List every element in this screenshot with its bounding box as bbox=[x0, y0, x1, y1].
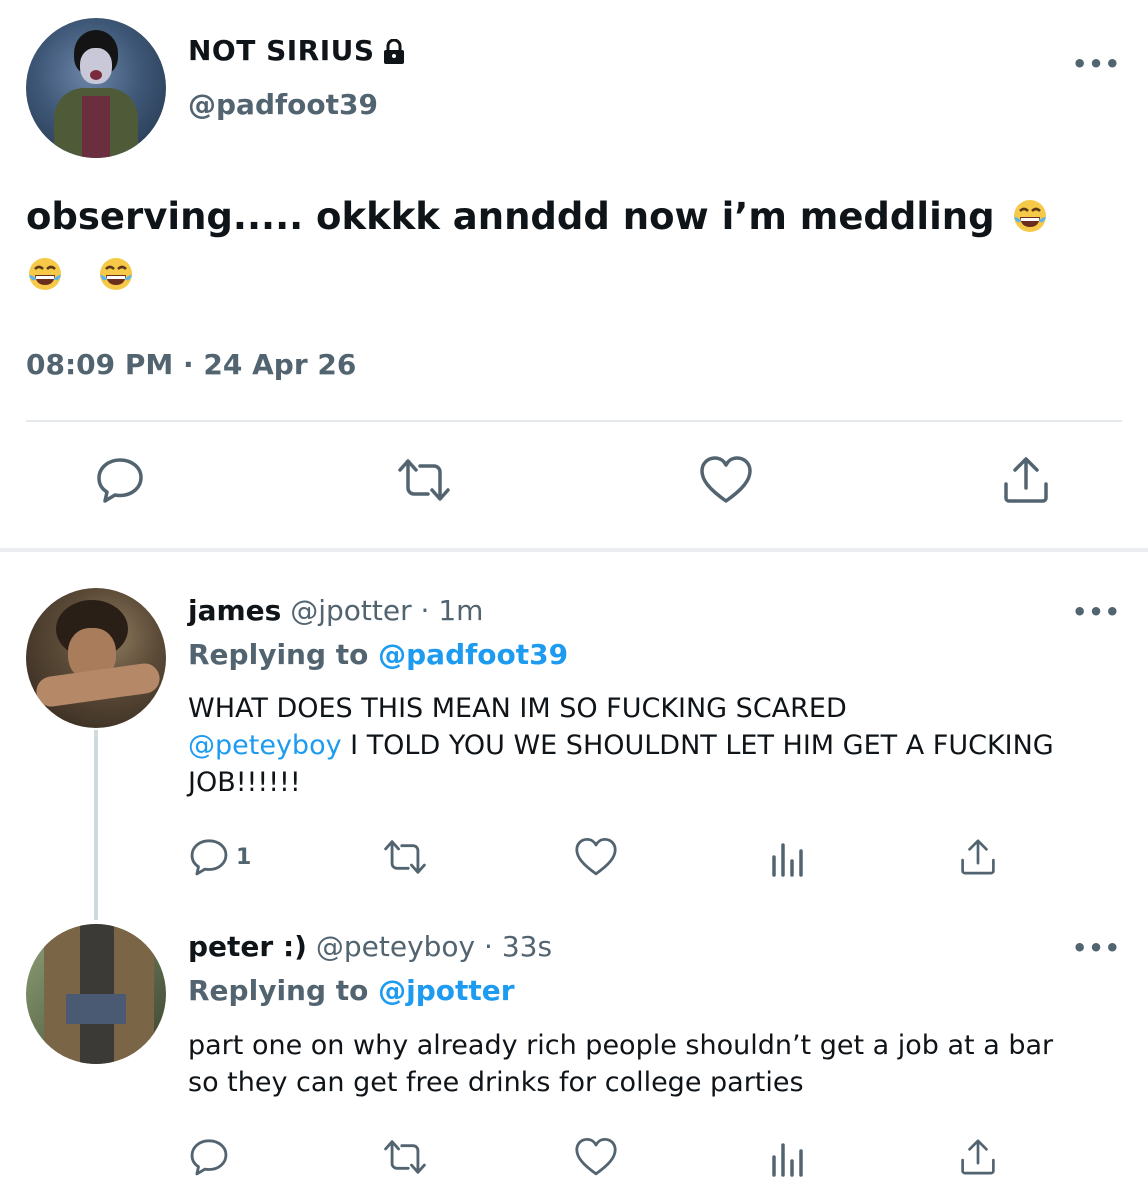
lock-icon bbox=[383, 38, 405, 65]
reply-button[interactable] bbox=[188, 1134, 230, 1180]
tears-of-joy-emoji-icon bbox=[29, 258, 61, 290]
reply-actions: 1 bbox=[0, 834, 1148, 884]
reply-age: · 33s bbox=[484, 930, 553, 963]
main-tweet: NOT SIRIUS @padfoot39 ••• observing.....… bbox=[0, 0, 1148, 548]
share-button[interactable] bbox=[958, 1134, 998, 1180]
replying-to-mention[interactable]: @jpotter bbox=[378, 974, 514, 1007]
like-icon bbox=[575, 1138, 617, 1176]
more-options-button[interactable]: ••• bbox=[1072, 598, 1120, 626]
mention-link[interactable]: @peteyboy bbox=[188, 730, 342, 761]
analytics-icon bbox=[772, 843, 803, 877]
avatar[interactable] bbox=[26, 18, 166, 158]
replying-to: Replying to @jpotter bbox=[188, 974, 515, 1007]
user-handle[interactable]: @padfoot39 bbox=[188, 88, 378, 121]
tears-of-joy-emoji-icon bbox=[99, 258, 132, 290]
like-button[interactable] bbox=[574, 1134, 618, 1180]
more-options-button[interactable]: ••• bbox=[1072, 934, 1120, 962]
retweet-icon bbox=[384, 840, 426, 874]
reply-icon bbox=[190, 1139, 228, 1176]
reply-age: · 1m bbox=[420, 594, 484, 627]
reply-icon bbox=[190, 839, 228, 876]
display-name[interactable]: peter :) bbox=[188, 930, 307, 963]
reply-icon bbox=[97, 458, 143, 503]
like-button[interactable] bbox=[698, 452, 754, 508]
share-button[interactable] bbox=[998, 452, 1054, 508]
display-name[interactable]: james bbox=[188, 594, 281, 627]
reply-count: 1 bbox=[236, 844, 252, 870]
retweet-button[interactable] bbox=[382, 834, 428, 880]
retweet-icon bbox=[398, 459, 450, 501]
share-button[interactable] bbox=[958, 834, 998, 880]
reply-button[interactable]: 1 bbox=[188, 834, 251, 880]
section-divider bbox=[0, 548, 1148, 552]
retweet-button[interactable] bbox=[396, 452, 452, 508]
display-name-text: NOT SIRIUS bbox=[188, 34, 375, 67]
reply-text-part: WHAT DOES THIS MEAN IM SO FUCKING SCARED bbox=[188, 693, 847, 724]
user-handle[interactable]: @peteyboy bbox=[316, 930, 475, 963]
share-icon bbox=[961, 839, 995, 875]
analytics-button[interactable] bbox=[768, 834, 808, 880]
tears-of-joy-emoji-icon bbox=[1014, 200, 1047, 232]
tweet-actions bbox=[0, 452, 1148, 512]
reply-text: part one on why already rich people shou… bbox=[188, 1030, 1054, 1098]
display-name[interactable]: NOT SIRIUS bbox=[188, 34, 405, 67]
retweet-button[interactable] bbox=[382, 1134, 428, 1180]
share-icon bbox=[1004, 457, 1048, 503]
tweet-text: observing..... okkkk annddd now i’m medd… bbox=[26, 188, 1116, 304]
replying-to-label: Replying to bbox=[188, 974, 369, 1007]
reply-text: WHAT DOES THIS MEAN IM SO FUCKING SCARED… bbox=[188, 690, 1088, 801]
reply-header: peter :) @peteyboy · 33s bbox=[188, 930, 552, 963]
share-icon bbox=[961, 1139, 995, 1175]
analytics-button[interactable] bbox=[768, 1134, 808, 1180]
replying-to-mention[interactable]: @padfoot39 bbox=[378, 638, 568, 671]
avatar[interactable] bbox=[26, 588, 166, 728]
analytics-icon bbox=[772, 1143, 803, 1177]
reply-actions bbox=[0, 1134, 1148, 1184]
like-button[interactable] bbox=[574, 834, 618, 880]
avatar[interactable] bbox=[26, 924, 166, 1064]
more-options-button[interactable]: ••• bbox=[1072, 50, 1120, 78]
tweet-text-content: observing..... okkkk annddd now i’m medd… bbox=[26, 195, 995, 238]
replying-to: Replying to @padfoot39 bbox=[188, 638, 568, 671]
thread-connector bbox=[94, 730, 98, 920]
like-icon bbox=[700, 456, 752, 503]
reply-button[interactable] bbox=[92, 452, 148, 508]
divider bbox=[26, 420, 1122, 422]
tweet-timestamp[interactable]: 08:09 PM · 24 Apr 26 bbox=[26, 348, 356, 381]
like-icon bbox=[575, 838, 617, 876]
retweet-icon bbox=[384, 1140, 426, 1174]
reply-header: james @jpotter · 1m bbox=[188, 594, 483, 627]
replying-to-label: Replying to bbox=[188, 638, 369, 671]
user-handle[interactable]: @jpotter bbox=[290, 594, 411, 627]
